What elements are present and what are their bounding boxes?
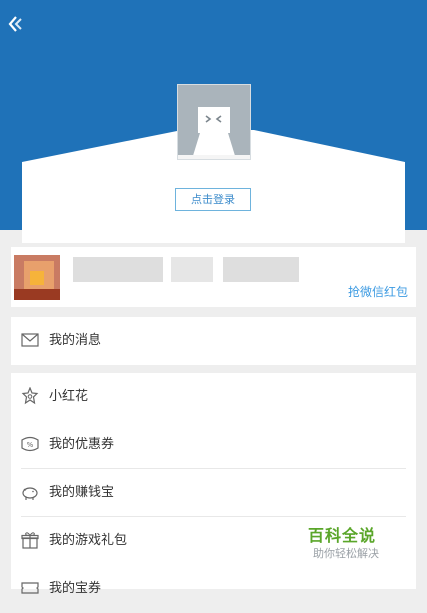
flower-icon xyxy=(21,386,39,405)
piggy-bank-icon xyxy=(21,483,39,501)
promo-card[interactable]: 抢微信红包 xyxy=(11,247,416,307)
avatar xyxy=(177,84,251,160)
menu-item-label: 我的优惠券 xyxy=(49,437,115,452)
grab-red-packet-link[interactable]: 抢微信红包 xyxy=(348,283,408,300)
ticket-icon xyxy=(21,579,39,597)
watermark-logo: 百科全说 助你轻松解决 xyxy=(296,520,396,564)
watermark-subtitle: 助你轻松解决 xyxy=(313,547,379,560)
menu-item-messages[interactable]: 我的消息 xyxy=(11,317,416,365)
login-button[interactable]: 点击登录 xyxy=(175,188,251,211)
messages-card: 我的消息 xyxy=(11,317,416,365)
menu-item-coupons[interactable]: % 我的优惠券 xyxy=(11,421,416,469)
menu-item-label: 我的消息 xyxy=(49,333,102,348)
promo-thumbnail xyxy=(14,255,60,300)
menu-item-vouchers[interactable]: 我的宝券 xyxy=(11,565,416,613)
coupon-icon: % xyxy=(21,435,39,453)
watermark-title: 百科全说 xyxy=(308,526,377,545)
envelope-icon xyxy=(21,331,39,349)
menu-item-label: 我的宝券 xyxy=(49,581,102,596)
blurred-text xyxy=(73,257,163,282)
blurred-text xyxy=(171,257,213,282)
blurred-text xyxy=(223,257,299,282)
menu-item-earnings[interactable]: 我的赚钱宝 xyxy=(11,469,416,517)
menu-item-label: 我的游戏礼包 xyxy=(49,533,128,548)
menu-item-label: 小红花 xyxy=(49,389,89,404)
menu-item-label: 我的赚钱宝 xyxy=(49,485,115,500)
menu-item-flowers[interactable]: 小红花 xyxy=(11,373,416,421)
gift-icon xyxy=(21,531,39,549)
svg-text:%: % xyxy=(27,441,34,449)
